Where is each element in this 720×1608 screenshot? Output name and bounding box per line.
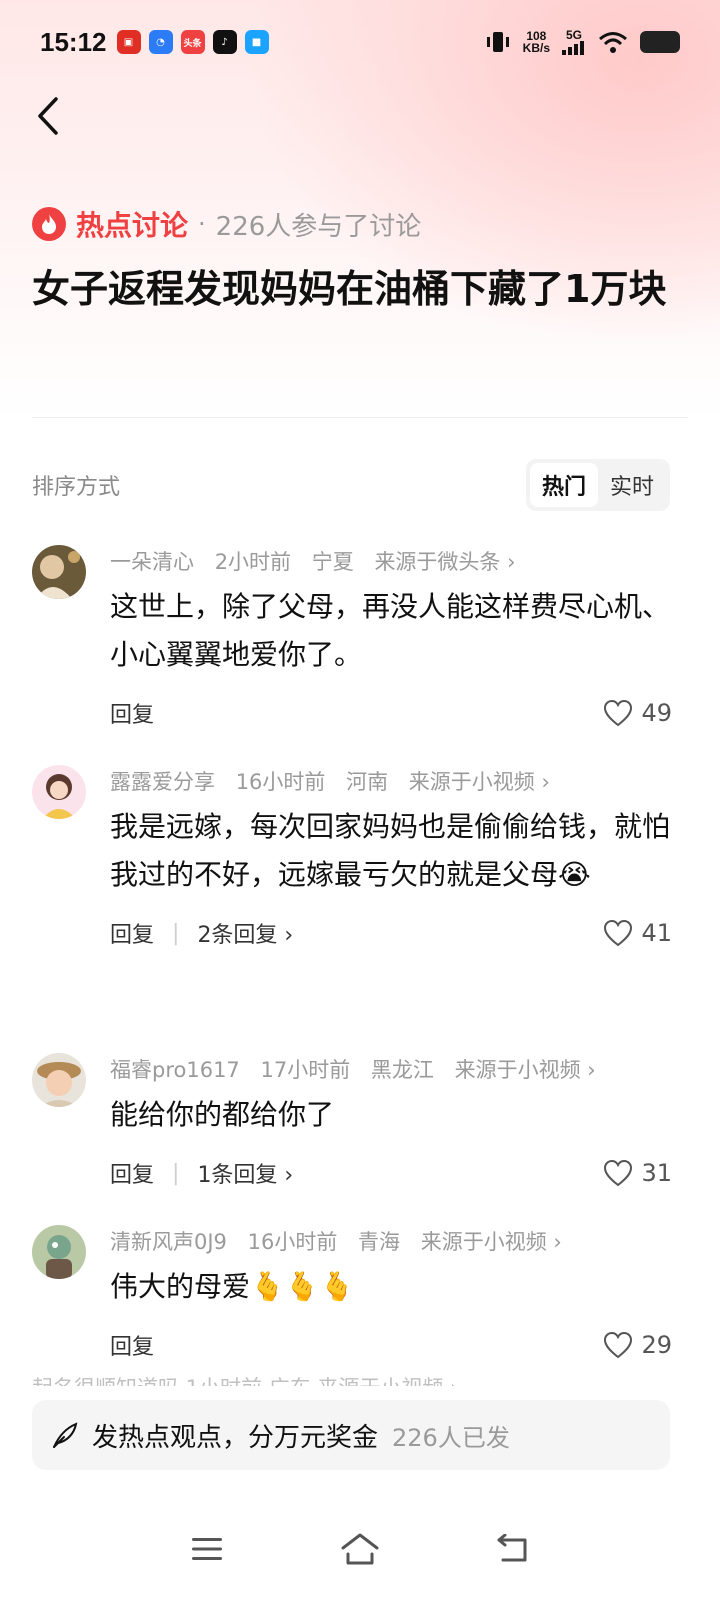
sort-option-hot[interactable]: 热门 (529, 463, 598, 507)
avatar[interactable] (32, 545, 86, 599)
chat-icon: ■ (244, 30, 269, 54)
comment-item: 清新风声0J9 16小时前 青海 来源于小视频 › 伟大的母爱🫰🫰🫰 回复 29 (32, 1225, 672, 1377)
partial-comment-meta: 起名很顺知道吗 1小时前 广东 来源于小视频 › (32, 1372, 672, 1386)
post-opinion-bar[interactable]: 发热点观点，分万元奖金 226人已发 (32, 1400, 670, 1470)
like-count: 29 (641, 1331, 672, 1359)
system-nav-bar (0, 1490, 720, 1608)
comment-username[interactable]: 露露爱分享 (110, 770, 215, 794)
comment-actions: 回复 29 (110, 1325, 672, 1365)
browser-icon: ◔ (148, 30, 173, 54)
reply-button[interactable]: 回复 (110, 917, 154, 949)
avatar[interactable] (32, 1225, 86, 1279)
like-button[interactable]: 49 (603, 699, 672, 727)
home-icon (341, 1533, 379, 1565)
comment-location: 青海 (358, 1230, 401, 1254)
comment-username[interactable]: 一朵清心 (110, 550, 194, 574)
pinduoduo-icon: ▣ (116, 30, 141, 54)
sort-option-realtime[interactable]: 实时 (598, 463, 666, 507)
home-button[interactable] (330, 1519, 390, 1579)
comment-location: 河南 (346, 770, 389, 794)
cell-signal-icon: 5G (562, 29, 586, 55)
comment-location: 黑龙江 (370, 1058, 434, 1082)
topic-separator: · (198, 210, 206, 238)
comment-text: 能给你的都给你了 (110, 1098, 335, 1131)
comment-time: 17小时前 (260, 1058, 351, 1082)
participant-count: 226人参与了讨论 (215, 211, 422, 242)
back-icon (497, 1534, 527, 1562)
like-count: 41 (641, 919, 672, 947)
sort-row: 排序方式 热门 实时 (32, 459, 670, 511)
back-button[interactable] (28, 94, 68, 138)
reply-button[interactable]: 回复 (110, 697, 154, 729)
like-button[interactable]: 41 (603, 919, 672, 947)
fire-icon (32, 207, 66, 241)
feather-pen-icon (53, 1422, 78, 1448)
heart-icon (604, 1331, 633, 1359)
topic-header: 热点讨论 · 226人参与了讨论 女子返程发现妈妈在油桶下藏了1万块 (32, 204, 692, 320)
avatar[interactable] (32, 1053, 86, 1107)
comment-text: 我是远嫁，每次回家妈妈也是偷偷给钱，就怕我过的不好，远嫁最亏欠的就是父母😭 (110, 810, 671, 891)
system-back-button[interactable] (483, 1519, 543, 1579)
action-separator: | (172, 920, 180, 946)
avatar[interactable] (32, 765, 86, 819)
comment-meta: 福睿pro1617 17小时前 黑龙江 来源于小视频 › (110, 1053, 672, 1087)
comment-source-link[interactable]: 来源于小视频 › (409, 770, 550, 794)
vibrate-icon (486, 32, 509, 52)
comment-time: 16小时前 (247, 1230, 338, 1254)
menu-icon (191, 1538, 222, 1560)
reply-button[interactable]: 回复 (110, 1157, 154, 1189)
comment-list: 一朵清心 2小时前 宁夏 来源于微头条 › 这世上，除了父母，再没人能这样费尽心… (32, 545, 672, 1377)
battery-icon (640, 31, 680, 53)
comment-actions: 回复 | 1条回复 › 31 (110, 1153, 672, 1193)
notification-app-icons: ▣ ◔ 头条 ♪ ■ (116, 30, 269, 54)
like-button[interactable]: 31 (603, 1159, 672, 1187)
header-divider (32, 417, 688, 418)
comment-actions: 回复 49 (110, 693, 672, 733)
tiktok-icon: ♪ (212, 30, 237, 54)
post-prompt: 发热点观点，分万元奖金 (92, 1422, 379, 1453)
comment-username[interactable]: 福睿pro1617 (110, 1058, 240, 1082)
like-button[interactable]: 29 (603, 1331, 672, 1359)
toutiao-icon: 头条 (180, 30, 205, 54)
comment-source-link[interactable]: 来源于小视频 › (455, 1058, 596, 1082)
sort-label: 排序方式 (32, 475, 121, 500)
action-separator: | (172, 1160, 180, 1186)
status-time: 15:12 (40, 26, 107, 57)
comment-meta: 一朵清心 2小时前 宁夏 来源于微头条 › (110, 545, 672, 579)
wifi-icon (599, 32, 627, 53)
comment-item: 福睿pro1617 17小时前 黑龙江 来源于小视频 › 能给你的都给你了 回复… (32, 1053, 672, 1205)
view-replies-link[interactable]: 1条回复 › (197, 1157, 293, 1189)
comment-text: 这世上，除了父母，再没人能这样费尽心机、小心翼翼地爱你了。 (110, 590, 671, 671)
comment-actions: 回复 | 2条回复 › 41 (110, 913, 672, 953)
chevron-left-icon (38, 97, 58, 135)
status-indicators: 108 KB/s 5G (485, 29, 680, 55)
sort-toggle: 热门 实时 (525, 459, 670, 511)
comment-item: 一朵清心 2小时前 宁夏 来源于微头条 › 这世上，除了父母，再没人能这样费尽心… (32, 545, 672, 745)
like-count: 49 (641, 699, 672, 727)
status-bar: 15:12 ▣ ◔ 头条 ♪ ■ 108 KB/s 5G (0, 0, 720, 84)
topic-tag[interactable]: 热点讨论 (76, 204, 188, 244)
comment-location: 宁夏 (311, 550, 354, 574)
comment-time: 2小时前 (214, 550, 292, 574)
comment-username[interactable]: 清新风声0J9 (110, 1230, 227, 1254)
page-title: 女子返程发现妈妈在油桶下藏了1万块 (32, 267, 667, 311)
comment-source-link[interactable]: 来源于微头条 › (374, 550, 515, 574)
topic-meta: 热点讨论 · 226人参与了讨论 (32, 204, 692, 244)
heart-icon (604, 699, 633, 727)
comment-meta: 露露爱分享 16小时前 河南 来源于小视频 › (110, 765, 672, 799)
reply-button[interactable]: 回复 (110, 1329, 154, 1361)
comment-item: 露露爱分享 16小时前 河南 来源于小视频 › 我是远嫁，每次回家妈妈也是偷偷给… (32, 765, 672, 1033)
comment-text: 伟大的母爱🫰🫰🫰 (110, 1270, 355, 1303)
net-speed: 108 KB/s (522, 29, 550, 55)
like-count: 31 (641, 1159, 672, 1187)
post-count: 226人已发 (392, 1423, 510, 1452)
view-replies-link[interactable]: 2条回复 › (197, 917, 293, 949)
menu-button[interactable] (177, 1519, 237, 1579)
heart-icon (604, 919, 633, 947)
comment-time: 16小时前 (235, 770, 326, 794)
heart-icon (604, 1159, 633, 1187)
comment-meta: 清新风声0J9 16小时前 青海 来源于小视频 › (110, 1225, 672, 1259)
comment-source-link[interactable]: 来源于小视频 › (421, 1230, 562, 1254)
